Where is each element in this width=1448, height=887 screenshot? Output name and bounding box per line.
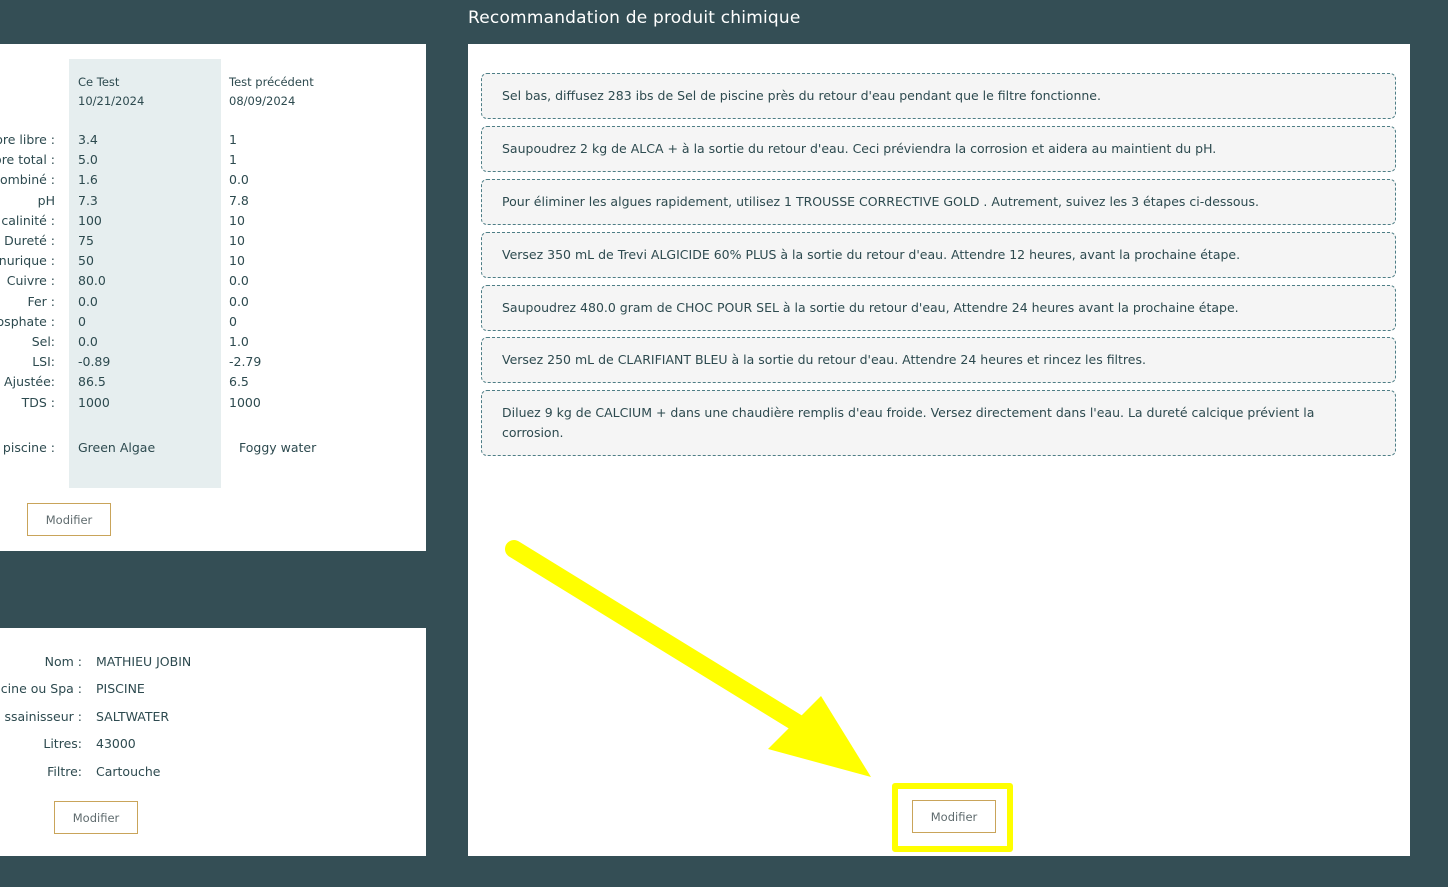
arrow-shaft xyxy=(505,540,819,740)
annotation-arrow xyxy=(505,540,871,777)
highlight-box xyxy=(892,783,1013,852)
